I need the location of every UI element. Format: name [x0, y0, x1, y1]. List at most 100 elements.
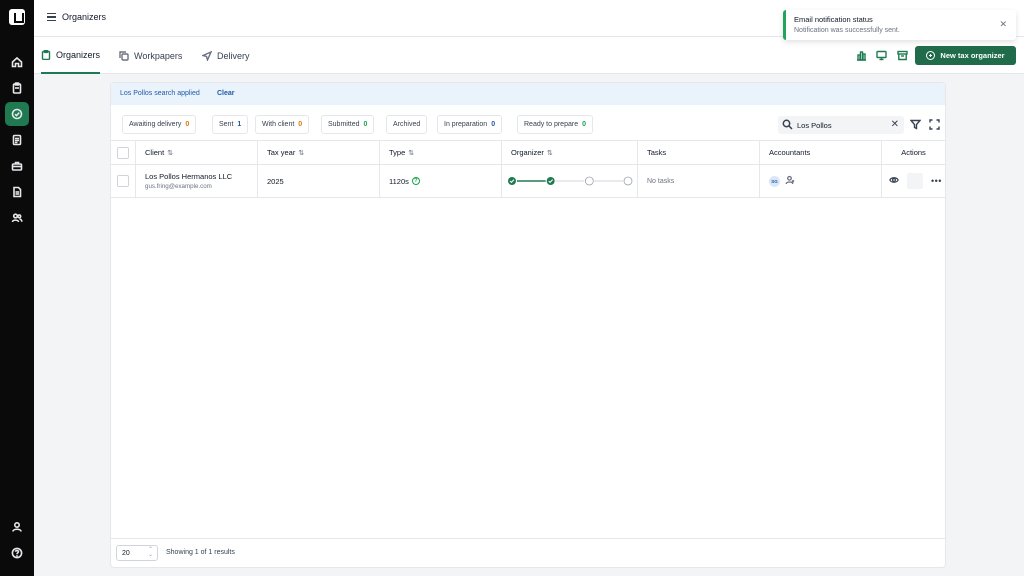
users-icon[interactable]: [5, 206, 29, 230]
search-banner: Los Pollos search applied Clear: [111, 83, 945, 105]
filter-count: 0: [363, 121, 368, 128]
filter-count: 0: [185, 121, 190, 128]
cell-client[interactable]: Los Pollos Hermanos LLC gus.fring@exampl…: [136, 165, 258, 197]
table-footer: 20 ⌃ ⌄ Showing 1 of 1 results: [111, 538, 945, 567]
header-accountants: Accountants: [760, 141, 882, 164]
header-organizer[interactable]: Organizer ⇅: [502, 141, 638, 164]
chart-icon[interactable]: [856, 50, 867, 61]
plus-circle-icon: [926, 51, 936, 60]
side-rail: [0, 0, 34, 576]
filter-with-client[interactable]: With client 0: [255, 115, 310, 134]
view-icon[interactable]: [889, 175, 899, 187]
filter-ready-to-prepare[interactable]: Ready to prepare 0: [517, 115, 593, 134]
filter-sent[interactable]: Sent 1: [212, 115, 249, 134]
header-label: Type: [389, 148, 406, 157]
close-icon[interactable]: ✕: [999, 19, 1007, 30]
filter-icon[interactable]: [909, 119, 922, 132]
filter-in-preparation[interactable]: In preparation 0: [437, 115, 503, 134]
row-checkbox[interactable]: [117, 175, 129, 187]
header-label: Tax year: [267, 148, 296, 157]
page-title: Organizers: [62, 12, 107, 22]
filter-count: 1: [237, 121, 242, 128]
search-value: Los Pollos: [797, 121, 832, 130]
row-select: [111, 165, 136, 197]
cell-type: 1120s ?: [380, 165, 502, 197]
page-size-select[interactable]: 20 ⌃ ⌄: [116, 545, 158, 561]
organizer-progress: [508, 176, 633, 186]
clear-search-link[interactable]: Clear: [217, 90, 235, 97]
accountant-avatar[interactable]: SG: [769, 175, 780, 187]
filter-label: Sent: [219, 121, 234, 128]
page-size-value: 20: [122, 550, 130, 557]
new-tax-organizer-button[interactable]: New tax organizer: [915, 46, 1016, 65]
copy-icon: [119, 50, 129, 61]
document-icon[interactable]: [5, 128, 29, 152]
tab-label: Workpapers: [134, 50, 183, 61]
select-all-checkbox[interactable]: [117, 146, 129, 159]
stepper-icon: ⌃ ⌄: [147, 547, 153, 558]
filter-count: 0: [582, 121, 586, 128]
header-label: Organizer: [511, 148, 544, 157]
clipboard-icon[interactable]: [5, 76, 29, 100]
filter-count: 0: [298, 121, 303, 128]
filter-label: Ready to prepare: [524, 121, 579, 128]
client-name[interactable]: Los Pollos Hermanos LLC: [145, 172, 232, 181]
header-tax-year[interactable]: Tax year ⇅: [258, 141, 380, 164]
search-applied-text: Los Pollos search applied: [120, 90, 200, 97]
sort-icon: ⇅: [298, 149, 305, 157]
question-icon[interactable]: ?: [411, 177, 420, 185]
header-client[interactable]: Client ⇅: [136, 141, 258, 164]
organizer-icon[interactable]: [5, 102, 29, 126]
send-icon: [202, 50, 212, 61]
home-icon[interactable]: [5, 50, 29, 74]
cell-organizer-progress: [502, 165, 638, 197]
filter-submitted[interactable]: Submitted 0: [321, 115, 375, 134]
briefcase-icon[interactable]: [5, 154, 29, 178]
header-label: Actions: [901, 148, 926, 157]
filter-label: Submitted: [328, 121, 360, 128]
tab-workpapers[interactable]: Workpapers: [119, 37, 182, 74]
more-icon[interactable]: •••: [931, 176, 942, 186]
help-icon[interactable]: [5, 541, 29, 565]
notification-toast: Email notification status Notification w…: [783, 10, 1016, 40]
filter-label: Awaiting delivery: [129, 121, 182, 128]
tab-organizers[interactable]: Organizers: [41, 37, 101, 74]
filter-label: With client: [262, 121, 295, 128]
cell-tax-year: 2025: [258, 165, 380, 197]
assign-person-icon[interactable]: [785, 175, 795, 187]
app-logo[interactable]: [9, 9, 25, 25]
tabs-bar: Organizers Workpapers Delivery: [34, 37, 1024, 74]
cell-actions: •••: [882, 165, 945, 197]
tab-delivery[interactable]: Delivery: [202, 37, 250, 74]
filter-label: Archived: [393, 121, 421, 128]
step-complete-icon: [546, 177, 555, 185]
file-icon[interactable]: [5, 180, 29, 204]
step-pending-icon: [623, 176, 633, 186]
menu-icon[interactable]: [47, 13, 56, 22]
filter-archived[interactable]: Archived: [386, 115, 428, 134]
search-input[interactable]: Los Pollos ✕: [778, 116, 904, 134]
header-select: [111, 141, 136, 164]
step-pending-icon: [584, 176, 594, 186]
clear-input-icon[interactable]: ✕: [891, 119, 899, 130]
results-count: Showing 1 of 1 results: [166, 549, 235, 556]
header-tasks: Tasks: [638, 141, 760, 164]
tasks-value: No tasks: [647, 177, 675, 185]
new-button-label: New tax organizer: [940, 51, 1005, 60]
table-row[interactable]: Los Pollos Hermanos LLC gus.fring@exampl…: [111, 165, 945, 198]
tax-year-value: 2025: [267, 176, 284, 186]
filter-awaiting-delivery[interactable]: Awaiting delivery 0: [122, 115, 197, 134]
organizers-card: Los Pollos search applied Clear Awaiting…: [110, 82, 946, 568]
search-icon: [782, 119, 793, 130]
table-header: Client ⇅ Tax year ⇅ Type ⇅ Organizer ⇅ Tasks…: [111, 140, 945, 165]
fullscreen-icon[interactable]: [929, 119, 940, 132]
cell-tasks: No tasks: [638, 165, 760, 197]
clipboard-icon: [41, 49, 51, 60]
account-icon[interactable]: [5, 515, 29, 539]
header-type[interactable]: Type ⇅: [380, 141, 502, 164]
archive-icon[interactable]: [897, 50, 908, 61]
monitor-icon[interactable]: [876, 50, 887, 61]
placeholder-action-icon[interactable]: [907, 173, 923, 189]
client-email: gus.fring@example.com: [145, 183, 212, 190]
header-label: Client: [145, 148, 165, 157]
